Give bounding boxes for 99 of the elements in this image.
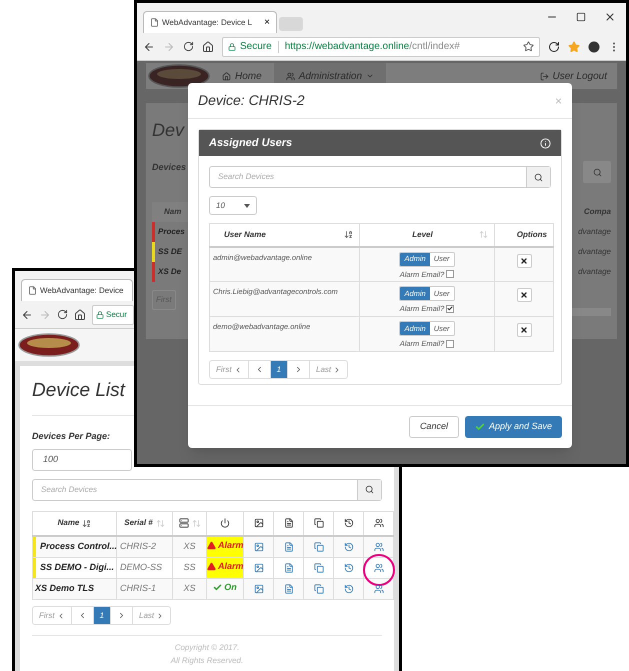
cancel-button[interactable]: Cancel [408, 416, 459, 438]
address-field[interactable]: Secure https://webadvantage.online/cntl/index# [222, 36, 540, 56]
remove-button[interactable] [516, 323, 532, 337]
alarm-email-checkbox[interactable] [446, 304, 454, 313]
check-icon [474, 422, 485, 432]
warning-icon [207, 562, 216, 572]
logo-icon [18, 333, 80, 357]
search-field[interactable]: Search Devices [209, 166, 551, 188]
status-cell: On [206, 578, 244, 600]
search-button[interactable] [357, 480, 381, 500]
table-cell: XS [172, 578, 206, 600]
table-header: Compa [584, 206, 611, 218]
search-input[interactable]: Search Devices [210, 167, 526, 187]
back-icon[interactable] [143, 40, 155, 52]
bookmark-icon[interactable] [523, 41, 534, 52]
column-header[interactable]: Level [360, 224, 494, 246]
logo-icon [148, 64, 210, 88]
url-text: https://webadvantage.online/cntl/index# [284, 40, 460, 54]
sort-icon[interactable] [344, 230, 353, 240]
history-icon[interactable] [344, 518, 354, 528]
check-icon [447, 305, 454, 312]
check-icon [213, 583, 222, 592]
caret-icon [366, 72, 374, 80]
search-input[interactable]: Search Devices [33, 480, 357, 500]
table-cell-text: XS Demo TLS [34, 582, 94, 596]
reload-icon[interactable] [57, 309, 68, 320]
search-icon [365, 485, 374, 494]
caret-icon [244, 204, 250, 208]
browser-tab[interactable]: WebAdvantage: Device L × [143, 11, 277, 33]
page-icon [28, 286, 37, 295]
maximize-icon[interactable] [576, 12, 586, 22]
tab-close[interactable]: × [264, 15, 270, 30]
last-page-button[interactable]: Last [310, 361, 348, 378]
document-icon[interactable] [284, 518, 294, 528]
copyright-text: Copyright © 2017. [174, 642, 240, 654]
dialog-title: Device: CHRIS-2 [198, 91, 305, 110]
logout-link[interactable]: User Logout [540, 68, 615, 84]
tab-title: WebAdvantage: Device [40, 284, 124, 296]
image-icon[interactable] [254, 518, 264, 528]
page-heading: Dev [152, 119, 186, 142]
column-header[interactable]: Options [494, 224, 554, 246]
page-icon [150, 18, 159, 27]
server-icon [178, 518, 188, 528]
search-field[interactable]: Search Devices [32, 478, 382, 500]
per-page-label: Devices Per Page: [32, 430, 112, 443]
first-page-button[interactable]: First [210, 361, 249, 378]
remove-button[interactable] [516, 288, 532, 302]
first-page-button[interactable]: First [33, 607, 72, 624]
users-icon [286, 72, 295, 80]
copy-icon[interactable] [314, 518, 324, 528]
home-icon[interactable] [74, 308, 86, 320]
alarm-email-checkbox[interactable] [446, 340, 454, 348]
remove-button[interactable] [516, 254, 532, 268]
close-icon [520, 256, 528, 264]
copyright-text: All Rights Reserved. [170, 655, 244, 667]
last-page-button[interactable]: Last [133, 607, 170, 624]
secure-label: Secure [240, 40, 272, 54]
table-cell-text: Process Control... [39, 540, 118, 554]
close-icon[interactable] [604, 11, 616, 23]
sort-icon[interactable] [82, 518, 92, 528]
browser-tab[interactable]: WebAdvantage: Device [21, 279, 133, 301]
table-cell-text: dvantage [578, 226, 611, 238]
column-header[interactable]: Serial # [116, 511, 172, 536]
column-header[interactable]: Name [32, 511, 116, 536]
search-icon [592, 168, 602, 176]
column-header[interactable]: User Name [210, 224, 360, 246]
alarm-email-checkbox[interactable] [446, 270, 454, 278]
page-button[interactable]: 1 [94, 607, 110, 624]
page-heading: Device List [32, 379, 126, 403]
table-header: Nam [152, 202, 188, 222]
table-cell-text: dvantage [578, 266, 611, 278]
search-icon [534, 172, 543, 182]
info-icon[interactable] [540, 138, 551, 148]
page-button[interactable]: 1 [270, 361, 288, 378]
address-field[interactable]: Secur [92, 304, 134, 324]
table-cell-text: SS DEMO - Digi... [39, 561, 114, 574]
per-page-label: Devices [152, 161, 188, 174]
tab-title: WebAdvantage: Device L [162, 16, 252, 28]
search-button[interactable] [526, 167, 550, 187]
page-size-select[interactable]: 10 [209, 196, 257, 215]
back-icon[interactable] [21, 308, 33, 320]
table-cell: CHRIS-1 [116, 578, 172, 600]
power-icon [220, 518, 230, 528]
panel-title: Assigned Users [209, 136, 292, 151]
lock-icon [228, 42, 236, 50]
close-icon [520, 326, 528, 334]
logout-icon [540, 72, 549, 80]
lock-icon [96, 310, 104, 318]
table-cell-text: dvantage [578, 246, 611, 258]
users-icon[interactable] [374, 518, 384, 528]
close-icon [520, 291, 528, 299]
home-icon[interactable] [202, 40, 214, 52]
reload-icon[interactable] [183, 41, 194, 52]
nav-link[interactable]: Home [210, 63, 274, 89]
warning-icon [207, 541, 216, 550]
per-page-field[interactable]: 100 [32, 448, 132, 470]
apply-button[interactable]: Apply and Save [464, 416, 562, 438]
secure-label: Secur [106, 308, 127, 320]
home-icon [222, 72, 231, 80]
